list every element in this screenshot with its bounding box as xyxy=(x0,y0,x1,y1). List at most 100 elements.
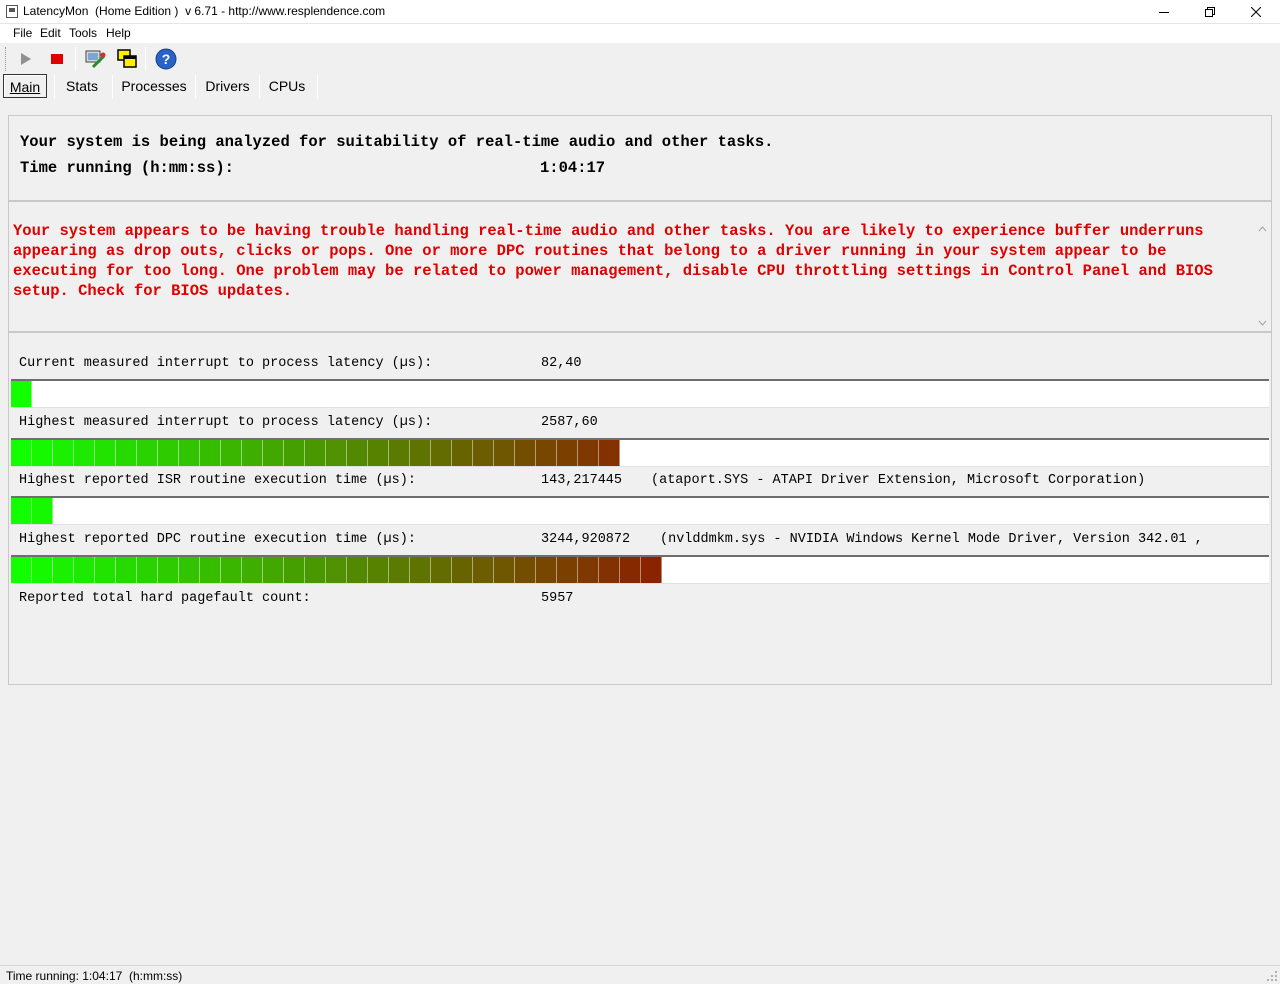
menu-file[interactable]: File xyxy=(13,26,32,40)
bar-segment xyxy=(599,440,620,466)
toolbar-separator xyxy=(75,47,76,71)
bar-segment xyxy=(431,557,452,583)
toolbar: ? xyxy=(0,43,1280,75)
current-latency-label: Current measured interrupt to process la… xyxy=(19,356,433,371)
menu-bar: File Edit Tools Help xyxy=(0,23,1280,43)
dpc-time-bar xyxy=(11,555,1269,584)
wrench-icon xyxy=(85,50,106,69)
bar-segment xyxy=(536,440,557,466)
bar-segment xyxy=(347,440,368,466)
start-button[interactable] xyxy=(14,47,38,71)
bar-segment xyxy=(620,557,641,583)
bar-segment xyxy=(473,557,494,583)
bar-segment xyxy=(473,440,494,466)
tab-separator xyxy=(195,75,196,99)
warning-scrollbar[interactable] xyxy=(1254,202,1271,331)
close-button[interactable] xyxy=(1233,0,1279,23)
minimize-button[interactable] xyxy=(1141,0,1187,23)
bar-segment xyxy=(326,557,347,583)
scroll-up-icon[interactable] xyxy=(1258,226,1267,232)
current-latency-value: 82,40 xyxy=(541,356,582,371)
bar-segment xyxy=(263,557,284,583)
highest-latency-bar xyxy=(11,438,1269,467)
help-button[interactable]: ? xyxy=(154,47,178,71)
highest-latency-bar-fill xyxy=(11,440,620,466)
bar-segment xyxy=(389,440,410,466)
bar-segment xyxy=(410,557,431,583)
bar-segment xyxy=(32,440,53,466)
tab-separator xyxy=(317,75,318,99)
time-running-value: 1:04:17 xyxy=(540,159,606,177)
bar-segment xyxy=(305,440,326,466)
resize-grip-icon[interactable] xyxy=(1266,970,1278,982)
bar-segment xyxy=(53,440,74,466)
isr-time-label: Highest reported ISR routine execution t… xyxy=(19,473,416,488)
measurements-panel: Current measured interrupt to process la… xyxy=(8,332,1272,685)
windows-icon xyxy=(117,49,137,68)
current-latency-bar-fill xyxy=(11,381,32,407)
menu-edit[interactable]: Edit xyxy=(40,26,61,40)
bar-segment xyxy=(410,440,431,466)
bar-segment xyxy=(137,557,158,583)
help-icon: ? xyxy=(155,48,177,70)
bar-segment xyxy=(11,557,32,583)
analysis-status: Your system is being analyzed for suitab… xyxy=(20,133,774,151)
dpc-time-bar-fill xyxy=(11,557,662,583)
tab-separator xyxy=(259,75,260,99)
bar-segment xyxy=(221,557,242,583)
isr-time-bar-fill xyxy=(11,498,53,524)
stop-button[interactable] xyxy=(45,47,69,71)
bar-segment xyxy=(494,557,515,583)
dpc-time-value: 3244,920872 xyxy=(541,532,631,547)
scroll-down-icon[interactable] xyxy=(1258,320,1267,326)
play-icon xyxy=(21,53,31,65)
bar-segment xyxy=(326,440,347,466)
bar-segment xyxy=(158,440,179,466)
menu-tools[interactable]: Tools xyxy=(69,26,97,40)
bar-segment xyxy=(347,557,368,583)
tab-stats[interactable]: Stats xyxy=(60,74,104,98)
bar-segment xyxy=(494,440,515,466)
dpc-driver-info: (nvlddmkm.sys - NVIDIA Windows Kernel Mo… xyxy=(660,532,1203,547)
tab-stats-label: Stats xyxy=(66,78,98,94)
tab-main-label: Main xyxy=(9,79,41,95)
highest-latency-value: 2587,60 xyxy=(541,415,598,430)
bar-segment xyxy=(599,557,620,583)
bar-segment xyxy=(200,557,221,583)
bar-segment xyxy=(452,557,473,583)
bar-segment xyxy=(74,557,95,583)
warning-text: Your system appears to be having trouble… xyxy=(13,222,1213,300)
restore-icon xyxy=(1205,6,1215,17)
status-text: Time running: 1:04:17 (h:mm:ss) xyxy=(6,969,183,983)
toolbar-grip xyxy=(5,47,8,71)
tab-main[interactable]: Main xyxy=(3,74,47,98)
bar-segment xyxy=(368,557,389,583)
current-latency-bar xyxy=(11,379,1269,408)
bar-segment xyxy=(200,440,221,466)
tool-button[interactable] xyxy=(83,47,107,71)
bar-segment xyxy=(578,557,599,583)
tab-cpus[interactable]: CPUs xyxy=(265,74,309,98)
tab-drivers[interactable]: Drivers xyxy=(201,74,254,98)
bar-segment xyxy=(263,440,284,466)
svg-text:?: ? xyxy=(162,51,171,67)
bar-segment xyxy=(221,440,242,466)
menu-help[interactable]: Help xyxy=(106,26,131,40)
bar-segment xyxy=(74,440,95,466)
bar-segment xyxy=(578,440,599,466)
tab-separator xyxy=(54,75,55,99)
restore-button[interactable] xyxy=(1187,0,1233,23)
summary-panel: Your system is being analyzed for suitab… xyxy=(8,115,1272,201)
window-title: LatencyMon (Home Edition ) v 6.71 - http… xyxy=(23,4,386,18)
bar-segment xyxy=(557,440,578,466)
bar-segment xyxy=(305,557,326,583)
bar-segment xyxy=(116,440,137,466)
windows-button[interactable] xyxy=(115,47,139,71)
app-icon xyxy=(6,5,18,18)
minimize-icon xyxy=(1159,11,1169,13)
tab-processes[interactable]: Processes xyxy=(118,74,190,98)
bar-segment xyxy=(557,557,578,583)
title-bar: LatencyMon (Home Edition ) v 6.71 - http… xyxy=(0,0,1280,23)
bar-segment xyxy=(368,440,389,466)
bar-segment xyxy=(95,557,116,583)
